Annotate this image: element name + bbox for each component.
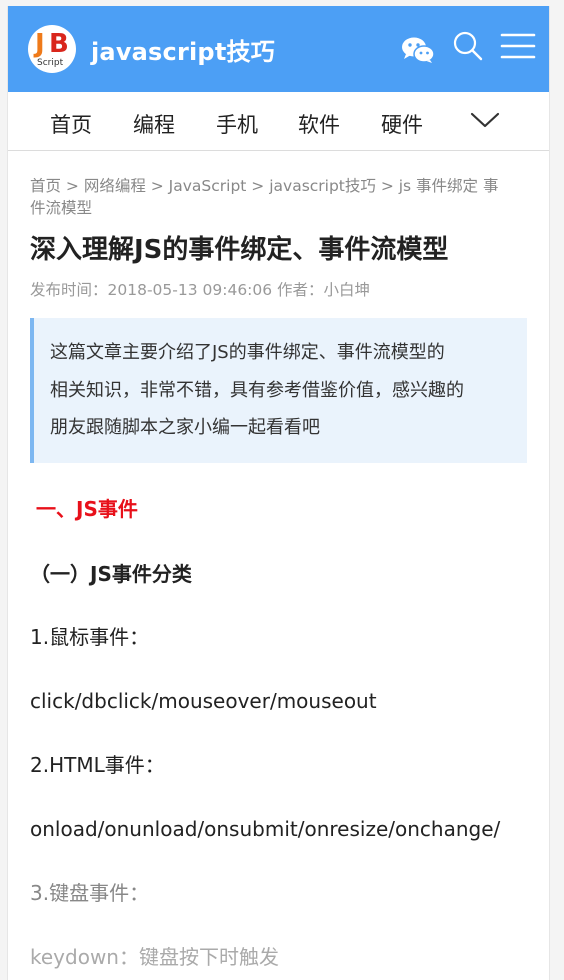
breadcrumb-line-1[interactable]: 首页 > 网络编程 > JavaScript > javascript技巧 > … — [30, 175, 527, 197]
nav-item-programming[interactable]: 编程 — [133, 109, 175, 139]
menu-icon[interactable] — [500, 30, 536, 66]
paragraph: keydown：键盘按下时触发 — [30, 944, 279, 969]
summary-line: 这篇文章主要介绍了JS的事件绑定、事件流模型的 — [50, 342, 445, 363]
site-logo[interactable]: J B Script — [28, 25, 76, 73]
paragraph: 1.鼠标事件： — [30, 624, 150, 649]
paragraph: click/dbclick/mouseover/mouseout — [30, 688, 377, 713]
logo-letter-b: B — [49, 29, 69, 59]
nav-item-mobile[interactable]: 手机 — [216, 109, 258, 139]
breadcrumb-line-2[interactable]: 件流模型 — [30, 197, 527, 219]
paragraph: 3.键盘事件： — [30, 880, 150, 905]
section-heading: 一、JS事件 — [36, 496, 138, 521]
summary-line: 朋友跟随脚本之家小编一起看看吧 — [50, 417, 320, 438]
wechat-icon[interactable] — [401, 36, 435, 68]
site-header: J B Script javascript技巧 — [8, 6, 549, 92]
nav-item-home[interactable]: 首页 — [50, 109, 92, 139]
category-nav: 首页 编程 手机 软件 硬件 — [8, 92, 549, 151]
paragraph: 2.HTML事件： — [30, 752, 165, 777]
chevron-down-icon[interactable] — [470, 110, 500, 134]
article-content: 首页 > 网络编程 > JavaScript > javascript技巧 > … — [8, 175, 549, 971]
nav-item-hardware[interactable]: 硬件 — [381, 109, 423, 139]
logo-subtext: Script — [37, 58, 64, 68]
logo-letter-j: J — [35, 29, 45, 59]
sub-heading: （一）JS事件分类 — [30, 561, 192, 586]
paragraph: onload/onunload/onsubmit/onresize/onchan… — [30, 816, 501, 841]
nav-item-software[interactable]: 软件 — [298, 109, 340, 139]
search-icon[interactable] — [452, 30, 484, 66]
summary-line: 相关知识，非常不错，具有参考借鉴价值，感兴趣的 — [50, 379, 464, 401]
article-title: 深入理解JS的事件绑定、事件流模型 — [30, 235, 449, 265]
site-title[interactable]: javascript技巧 — [91, 32, 275, 67]
breadcrumb: 首页 > 网络编程 > JavaScript > javascript技巧 > … — [30, 175, 527, 219]
article-meta: 发布时间：2018-05-13 09:46:06 作者：小白坤 — [30, 281, 371, 299]
page-frame: J B Script javascript技巧 首页 编程 手机 软件 硬件 首… — [7, 6, 550, 980]
article-summary: 这篇文章主要介绍了JS的事件绑定、事件流模型的 相关知识，非常不错，具有参考借鉴… — [30, 318, 527, 463]
